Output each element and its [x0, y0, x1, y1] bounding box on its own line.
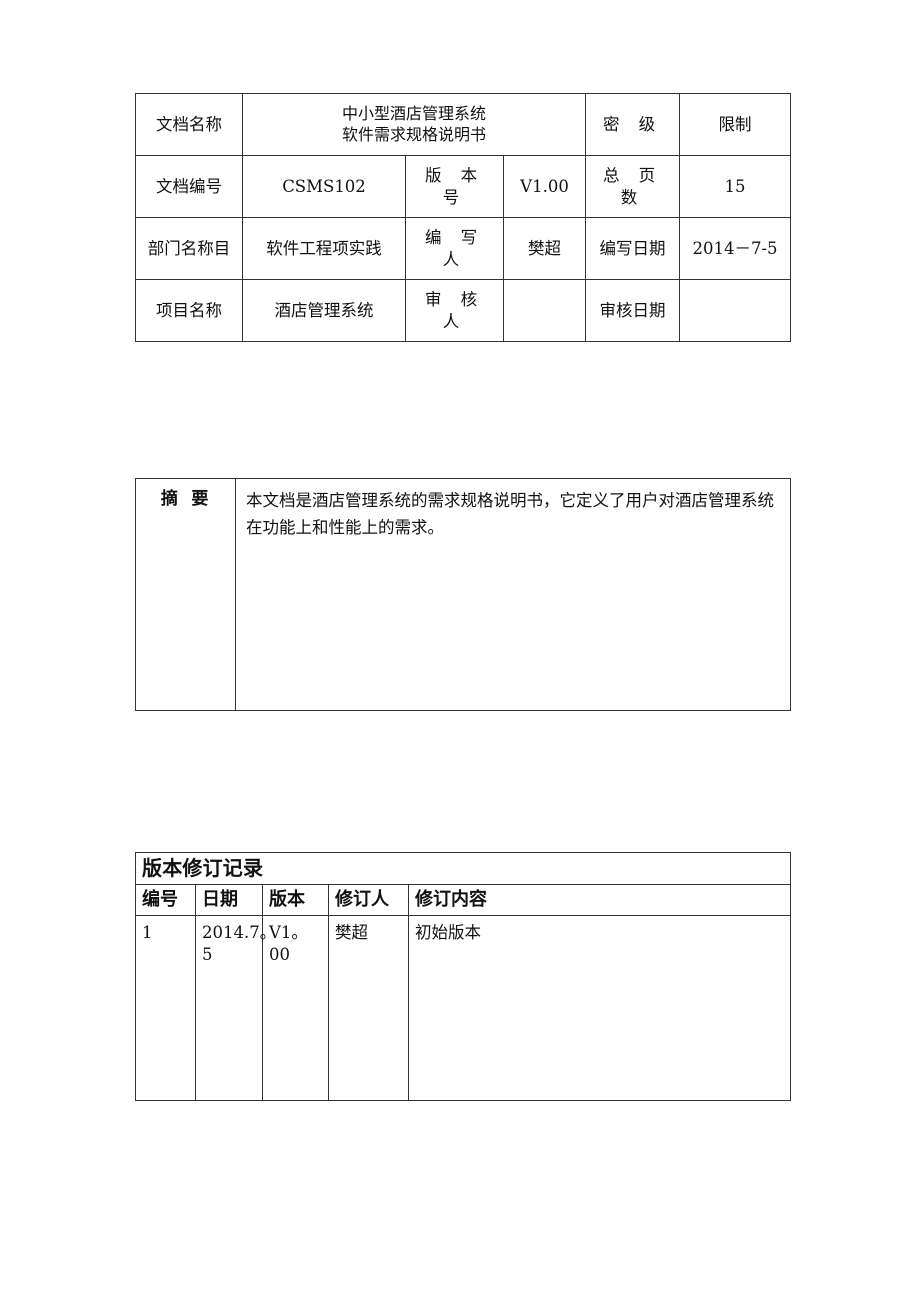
revision-header-reviser: 修订人 — [328, 884, 409, 916]
revision-cell-version: V1。00 — [262, 915, 329, 1101]
table-row: 部门名称目 软件工程项实践 编 写 人 樊超 编写日期 2014－7-5 — [135, 217, 792, 280]
table-row: 摘 要 本文档是酒店管理系统的需求规格说明书，它定义了用户对酒店管理系统在功能上… — [135, 478, 791, 711]
project-name-value: 酒店管理系统 — [242, 279, 406, 342]
revision-header-content: 修订内容 — [407, 884, 792, 916]
table-row: 文档编号 CSMS102 版 本 号 V1.00 总 页 数 15 — [135, 155, 792, 218]
write-date-value: 2014－7-5 — [679, 217, 792, 280]
security-level-value: 限制 — [679, 93, 792, 156]
doc-number-value: CSMS102 — [242, 155, 406, 218]
author-label: 编 写 人 — [405, 217, 504, 280]
doc-name-label: 文档名称 — [135, 93, 243, 156]
document-meta-table: 文档名称 中小型酒店管理系统 软件需求规格说明书 密 级 限制 文档编号 CSM… — [135, 93, 792, 342]
revision-cell-date: 2014.7。5 — [195, 915, 276, 1101]
doc-title-line1: 中小型酒店管理系统 — [342, 104, 487, 124]
revision-header-date: 日期 — [195, 884, 263, 916]
version-value: V1.00 — [502, 155, 587, 218]
department-label: 部门名称目 — [135, 217, 243, 280]
table-row: 1 2014.7。5 V1。00 樊超 初始版本 — [135, 915, 792, 1101]
abstract-text: 本文档是酒店管理系统的需求规格说明书，它定义了用户对酒店管理系统在功能上和性能上… — [235, 478, 791, 711]
table-row: 项目名称 酒店管理系统 审 核 人 审核日期 — [135, 279, 792, 342]
revision-cell-no: 1 — [135, 915, 196, 1101]
revision-cell-content: 初始版本 — [407, 915, 792, 1101]
doc-number-label: 文档编号 — [135, 155, 243, 218]
revision-cell-reviser: 樊超 — [328, 915, 409, 1101]
abstract-label: 摘 要 — [135, 478, 236, 711]
review-date-label: 审核日期 — [585, 279, 681, 342]
table-row: 文档名称 中小型酒店管理系统 软件需求规格说明书 密 级 限制 — [135, 93, 792, 156]
abstract-table: 摘 要 本文档是酒店管理系统的需求规格说明书，它定义了用户对酒店管理系统在功能上… — [135, 478, 791, 711]
doc-title-line2: 软件需求规格说明书 — [342, 124, 487, 144]
revision-title: 版本修订记录 — [134, 852, 792, 885]
reviewer-value — [502, 279, 587, 342]
write-date-label: 编写日期 — [585, 217, 681, 280]
revision-record-table: 版本修订记录 编号 日期 版本 修订人 修订内容 1 2014.7。5 V1。0… — [134, 852, 792, 1101]
document-page: 文档名称 中小型酒店管理系统 软件需求规格说明书 密 级 限制 文档编号 CSM… — [0, 0, 920, 1302]
author-value: 樊超 — [502, 217, 587, 280]
revision-header-no: 编号 — [135, 884, 196, 916]
revision-header-version: 版本 — [262, 884, 329, 916]
revision-header-row: 编号 日期 版本 修订人 修订内容 — [135, 884, 792, 916]
doc-title-cell: 中小型酒店管理系统 软件需求规格说明书 — [241, 93, 587, 156]
project-name-label: 项目名称 — [135, 279, 243, 342]
review-date-value — [679, 279, 792, 342]
version-label: 版 本 号 — [405, 155, 504, 218]
total-pages-label: 总 页 数 — [585, 155, 681, 218]
total-pages-value: 15 — [679, 155, 792, 218]
department-value: 软件工程项实践 — [242, 217, 406, 280]
reviewer-label: 审 核 人 — [405, 279, 504, 342]
security-level-label: 密 级 — [585, 93, 681, 156]
revision-title-row: 版本修订记录 — [134, 852, 792, 885]
